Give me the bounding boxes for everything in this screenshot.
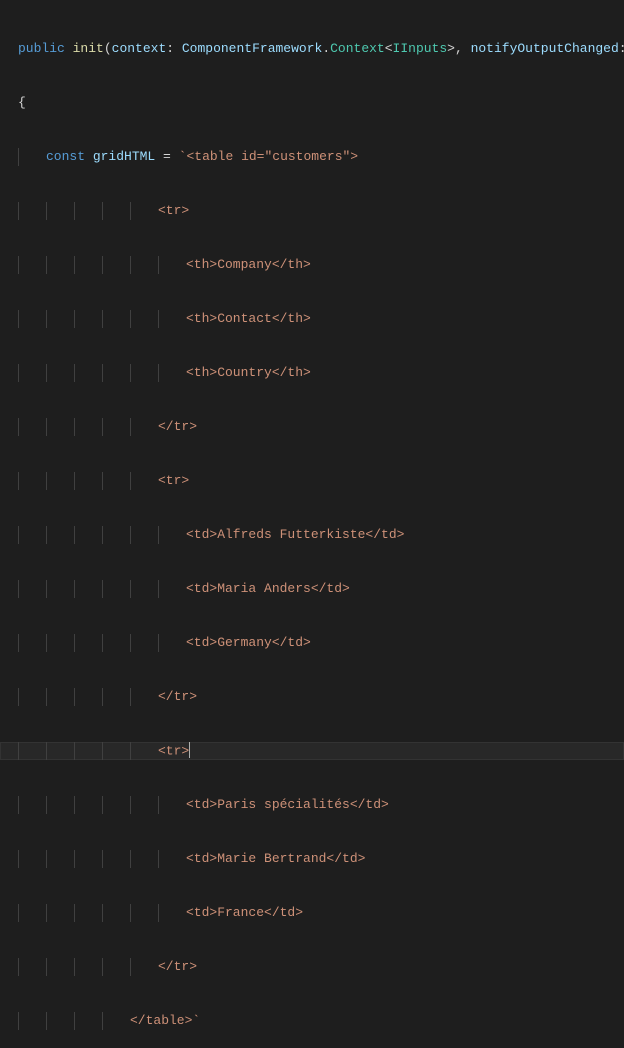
html-tr-close: </tr> bbox=[158, 959, 197, 974]
param-notify: notifyOutputChanged bbox=[471, 41, 619, 56]
html-td: <td>Paris spécialités</td> bbox=[186, 797, 389, 812]
type-context: Context bbox=[330, 41, 385, 56]
html-th: <th>Company</th> bbox=[186, 257, 311, 272]
type-generic: IInputs bbox=[393, 41, 448, 56]
param-context: context bbox=[112, 41, 167, 56]
code-line[interactable]: <td>Paris spécialités</td> bbox=[0, 796, 624, 814]
brace-open: { bbox=[18, 95, 26, 110]
html-tr: <tr> bbox=[158, 473, 189, 488]
code-line-active[interactable]: <tr> bbox=[0, 742, 624, 760]
template-literal-end: </table>` bbox=[130, 1013, 200, 1028]
code-line[interactable]: <tr> bbox=[0, 202, 624, 220]
text-cursor bbox=[189, 742, 190, 758]
html-td: <td>France</td> bbox=[186, 905, 303, 920]
code-editor[interactable]: public init(context: ComponentFramework.… bbox=[0, 0, 624, 1048]
code-line[interactable]: <tr> bbox=[0, 472, 624, 490]
keyword-public: public bbox=[18, 41, 65, 56]
html-th: <th>Country</th> bbox=[186, 365, 311, 380]
code-line[interactable]: <th>Country</th> bbox=[0, 364, 624, 382]
code-line[interactable]: <td>France</td> bbox=[0, 904, 624, 922]
code-line[interactable]: { bbox=[0, 94, 624, 112]
type-namespace: ComponentFramework bbox=[182, 41, 322, 56]
code-line[interactable]: <td>Marie Bertrand</td> bbox=[0, 850, 624, 868]
code-line[interactable]: public init(context: ComponentFramework.… bbox=[0, 40, 624, 58]
code-line[interactable]: </table>` bbox=[0, 1012, 624, 1030]
code-line[interactable]: <th>Company</th> bbox=[0, 256, 624, 274]
code-line[interactable]: <td>Germany</td> bbox=[0, 634, 624, 652]
code-line[interactable]: const gridHTML = `<table id="customers"> bbox=[0, 148, 624, 166]
html-th: <th>Contact</th> bbox=[186, 311, 311, 326]
html-tr: <tr> bbox=[158, 203, 189, 218]
html-td: <td>Alfreds Futterkiste</td> bbox=[186, 527, 404, 542]
html-tr: <tr> bbox=[158, 743, 189, 758]
html-td: <td>Germany</td> bbox=[186, 635, 311, 650]
method-name: init bbox=[73, 41, 104, 56]
code-line[interactable]: </tr> bbox=[0, 958, 624, 976]
code-line[interactable]: </tr> bbox=[0, 418, 624, 436]
code-line[interactable]: <td>Maria Anders</td> bbox=[0, 580, 624, 598]
code-line[interactable]: </tr> bbox=[0, 688, 624, 706]
html-tr-close: </tr> bbox=[158, 689, 197, 704]
html-td: <td>Marie Bertrand</td> bbox=[186, 851, 365, 866]
var-gridhtml: gridHTML bbox=[93, 149, 155, 164]
code-line[interactable]: <th>Contact</th> bbox=[0, 310, 624, 328]
html-tr-close: </tr> bbox=[158, 419, 197, 434]
code-line[interactable]: <td>Alfreds Futterkiste</td> bbox=[0, 526, 624, 544]
keyword-const: const bbox=[46, 149, 85, 164]
template-literal: `<table id="customers"> bbox=[179, 149, 358, 164]
html-td: <td>Maria Anders</td> bbox=[186, 581, 350, 596]
